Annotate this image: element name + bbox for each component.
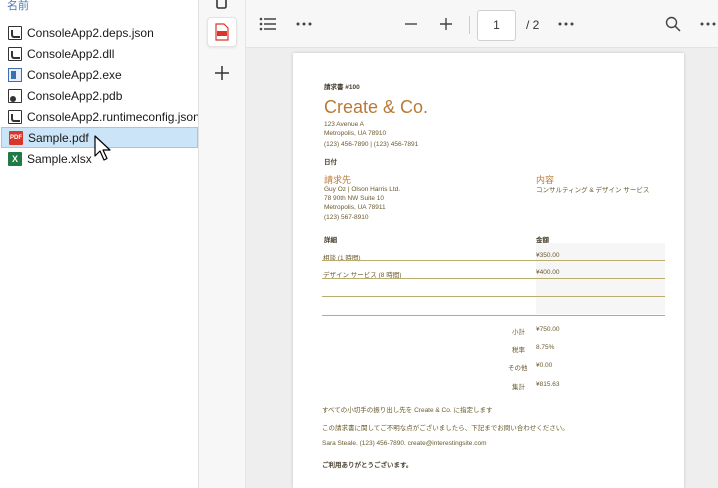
file-name: ConsoleApp2.exe [27,67,122,82]
total-value: ¥815.63 [536,381,560,388]
screen: 名前 ConsoleApp2.deps.json ConsoleApp2.dll… [0,0,718,488]
table-row: デザイン サービス (8 時間) ¥400.00 [322,261,665,279]
company-phones: (123) 456-7890 | (123) 456-7891 [324,141,419,148]
subtotal-value: ¥750.00 [536,326,560,333]
more-options-button[interactable] [292,12,316,36]
bill-to-address-2: Metropolis, UA 78911 [324,204,386,211]
search-button[interactable] [661,12,685,36]
zoom-out-button[interactable] [399,12,423,36]
table-row: 相談 (1 時間) ¥350.00 [322,243,665,262]
more-icon [700,22,716,26]
add-button[interactable] [207,58,237,88]
generic-file-icon [8,25,22,40]
more-icon [558,22,574,26]
settings-more-button[interactable] [696,12,718,36]
mouse-cursor-icon [94,135,111,161]
table-row [322,279,665,296]
row-shading [536,279,665,296]
inquiry-note: この請求書に関してご不明な点がございましたら、下記までお問い合わせください。 [322,425,569,432]
file-item[interactable]: ConsoleApp2.deps.json [1,22,198,43]
page-more-button[interactable] [554,12,578,36]
item-amount: ¥400.00 [536,269,560,276]
tax-value: 8.75% [536,344,555,351]
copy-button[interactable] [207,0,237,18]
plus-icon [215,66,229,80]
company-name: Create & Co. [324,97,429,117]
copy-icon [216,0,227,9]
bill-to-label: 請求先 [324,175,352,185]
thank-you-note: ご利用ありがとうございます。 [322,462,413,469]
excel-file-icon: X [8,151,22,166]
contact-line: Sara Steale. (123) 456-7890. create@inte… [322,440,487,447]
viewer-side-strip [198,0,246,488]
contents-button[interactable] [256,12,280,36]
file-name: ConsoleApp2.dll [27,46,115,61]
table-row [322,297,665,314]
zoom-in-button[interactable] [434,12,458,36]
content-value: コンサルティング & デザイン サービス [536,187,650,194]
zoom-in-icon [440,18,452,30]
file-item[interactable]: ConsoleApp2.dll [1,43,198,64]
company-address-2: Metropolis, UA 78910 [324,130,387,137]
search-icon [665,16,681,32]
other-value: ¥0.00 [536,362,553,369]
pdf-page: 請求書 #100 Create & Co. 123 Avenue A Metro… [293,53,684,488]
file-name: ConsoleApp2.deps.json [27,25,154,40]
zoom-out-icon [405,23,417,25]
pdf-toolbar: 1 / 2 [246,0,718,48]
generic-file-icon [8,46,22,61]
payment-note: すべての小切手の振り出し先を Create & Co. に指定します [322,407,493,414]
item-amount: ¥350.00 [536,252,560,259]
page-number-input[interactable]: 1 [477,10,516,41]
file-name: ConsoleApp2.pdb [27,88,123,103]
file-name: Sample.xlsx [27,151,92,166]
pdf-document-icon [215,23,229,41]
contents-list-icon [259,17,276,31]
exe-file-icon [8,67,22,82]
file-item[interactable]: ConsoleApp2.pdb [1,85,198,106]
pdf-document-button[interactable] [207,17,237,47]
page-total: / 2 [526,18,540,32]
file-name: ConsoleApp2.runtimeconfig.json [27,109,198,124]
other-label: その他 [508,365,528,372]
total-label: 集計 [512,384,525,391]
bill-to-name: Guy Oz | Olson Harris Ltd. [324,186,401,193]
name-column-header[interactable]: 名前 [7,0,29,13]
file-item[interactable]: ConsoleApp2.runtimeconfig.json [1,106,198,127]
file-explorer: 名前 ConsoleApp2.deps.json ConsoleApp2.dll… [0,0,198,488]
date-label: 日付 [324,159,337,166]
row-shading [536,297,665,314]
file-name: Sample.pdf [28,130,89,145]
tax-label: 税率 [512,347,525,354]
more-icon [296,22,312,26]
table-rule [322,315,665,316]
bill-to-address-1: 78 90th NW Suite 10 [324,195,384,202]
pdb-file-icon [8,88,22,103]
invoice-number: 請求書 #100 [324,84,360,91]
subtotal-label: 小計 [512,329,525,336]
company-address-1: 123 Avenue A [324,121,365,128]
bill-to-phone: (123) 567-8910 [324,214,369,221]
generic-file-icon [8,109,22,124]
pdf-file-icon: PDF [9,130,23,145]
file-item[interactable]: ConsoleApp2.exe [1,64,198,85]
toolbar-divider [469,16,470,34]
